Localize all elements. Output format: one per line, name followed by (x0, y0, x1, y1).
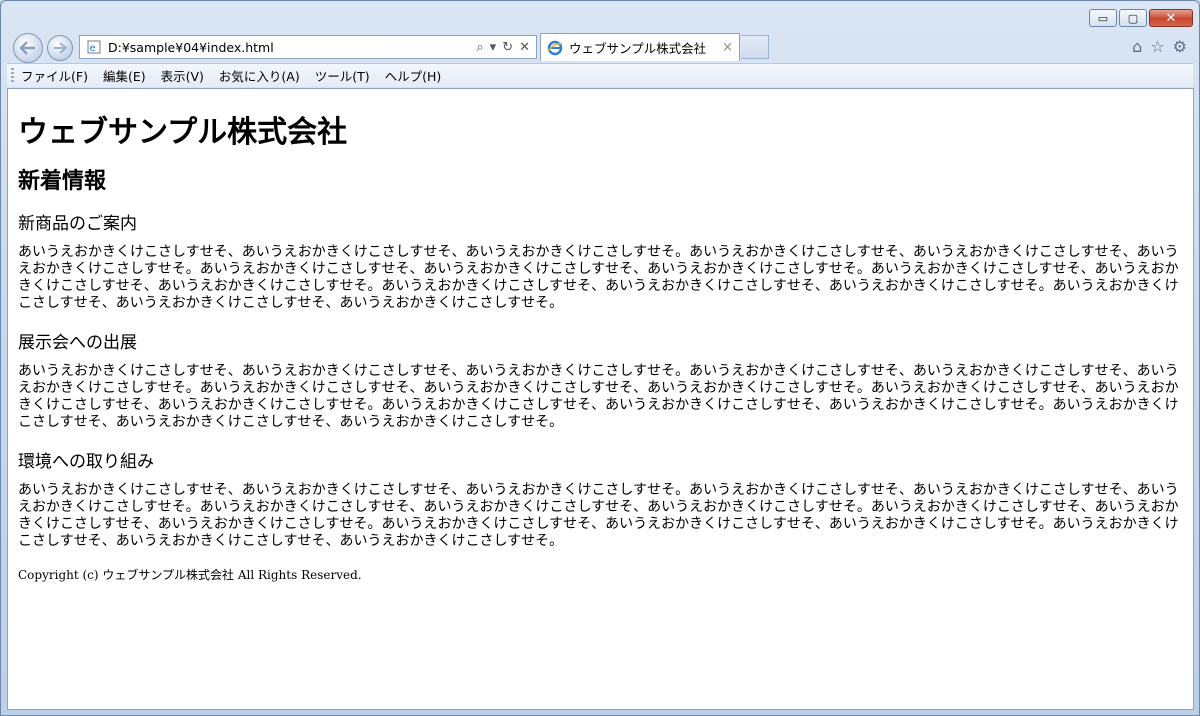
page-footer: Copyright (c) ウェブサンプル株式会社 All Rights Res… (18, 568, 362, 582)
forward-button[interactable] (47, 35, 73, 61)
new-tab-button[interactable] (741, 35, 769, 59)
article-heading: 展示会への出展 (18, 333, 137, 353)
article-body: あいうえおかきくけこさしすせそ、あいうえおかきくけこさしすせそ、あいうえおかきく… (18, 363, 1179, 430)
menu-tools[interactable]: ツール(T) (315, 66, 370, 85)
close-button[interactable]: ✕ (1149, 9, 1193, 27)
svg-text:e: e (90, 43, 96, 54)
navigation-bar: e D:¥sample¥04¥index.html ⌕ ▾ ↻ ✕ ウェブサンプ… (1, 31, 1199, 63)
menu-file[interactable]: ファイル(F) (21, 66, 88, 85)
article-heading: 新商品のご案内 (18, 214, 137, 234)
address-tools: ⌕ ▾ ↻ ✕ (476, 40, 530, 55)
page-viewport: ウェブサンプル株式会社 新着情報 新商品のご案内 あいうえおかきくけこさしすせそ… (7, 88, 1194, 710)
refresh-icon[interactable]: ↻ (502, 40, 513, 55)
page-content: ウェブサンプル株式会社 新着情報 新商品のご案内 あいうえおかきくけこさしすせそ… (8, 89, 1193, 583)
window-caption-buttons: ▭ ▢ ✕ (1089, 9, 1193, 27)
minimize-button[interactable]: ▭ (1089, 9, 1117, 27)
address-input[interactable]: D:¥sample¥04¥index.html (108, 40, 476, 55)
tab-active[interactable]: ウェブサンプル株式会社 × (540, 33, 740, 61)
article-heading: 環境への取り組み (18, 452, 154, 472)
menu-view[interactable]: 表示(V) (161, 66, 204, 85)
menu-bar: ファイル(F) 編集(E) 表示(V) お気に入り(A) ツール(T) ヘルプ(… (7, 63, 1193, 87)
gear-icon[interactable]: ⚙ (1173, 37, 1187, 56)
ie-icon (547, 40, 563, 56)
arrow-left-icon (20, 41, 35, 55)
address-bar[interactable]: e D:¥sample¥04¥index.html ⌕ ▾ ↻ ✕ (79, 35, 537, 59)
browser-window: ▭ ▢ ✕ e D:¥sample¥04¥index.html ⌕ ▾ ↻ ✕ … (0, 0, 1200, 716)
chevron-down-icon[interactable]: ▾ (490, 40, 497, 55)
back-button[interactable] (13, 33, 43, 63)
page-title: ウェブサンプル株式会社 (18, 115, 348, 150)
favorites-icon[interactable]: ☆ (1150, 37, 1164, 56)
tab-close-icon[interactable]: × (722, 40, 733, 55)
article-body: あいうえおかきくけこさしすせそ、あいうえおかきくけこさしすせそ、あいうえおかきく… (18, 244, 1179, 311)
toolbar-icons: ⌂ ☆ ⚙ (1132, 37, 1187, 56)
page-icon: e (86, 39, 102, 55)
menu-help[interactable]: ヘルプ(H) (385, 66, 442, 85)
arrow-right-icon (54, 42, 67, 54)
article-body: あいうえおかきくけこさしすせそ、あいうえおかきくけこさしすせそ、あいうえおかきく… (18, 482, 1179, 549)
section-heading: 新着情報 (18, 168, 107, 194)
stop-icon[interactable]: ✕ (519, 40, 530, 55)
menu-favorites[interactable]: お気に入り(A) (219, 66, 300, 85)
home-icon[interactable]: ⌂ (1132, 37, 1142, 56)
menu-grip (11, 68, 14, 84)
tab-title: ウェブサンプル株式会社 (569, 41, 707, 56)
search-icon[interactable]: ⌕ (476, 40, 483, 55)
menu-edit[interactable]: 編集(E) (103, 66, 146, 85)
maximize-button[interactable]: ▢ (1119, 9, 1147, 27)
